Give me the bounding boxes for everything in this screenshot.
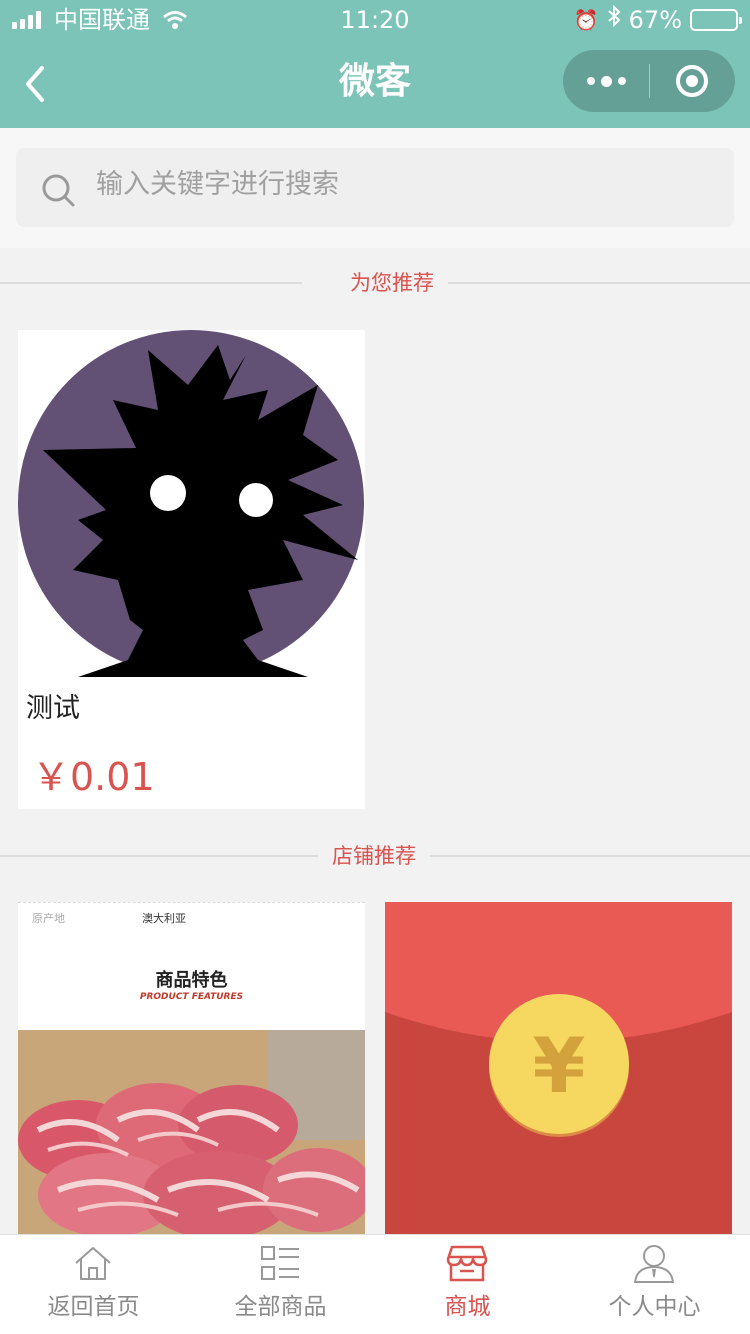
product-avatar-image bbox=[18, 330, 365, 677]
bluetooth-icon bbox=[607, 0, 621, 40]
origin-value: 澳大利亚 bbox=[142, 912, 186, 925]
store-icon bbox=[446, 1245, 488, 1282]
battery-percent: 67% bbox=[628, 6, 682, 34]
red-packet-card[interactable]: ¥ bbox=[385, 902, 732, 1234]
feature-title: 商品特色 bbox=[155, 970, 228, 991]
search-icon bbox=[42, 174, 75, 207]
recommended-list: 测试 ￥0.01 bbox=[0, 312, 750, 832]
tab-label: 个人中心 bbox=[608, 1294, 701, 1320]
alarm-icon: ⏰ bbox=[573, 8, 599, 32]
feature-subtitle: PRODUCT FEATURES bbox=[139, 992, 244, 1002]
origin-label: 原产地 bbox=[32, 912, 65, 925]
shop-product-card[interactable]: 原产地 澳大利亚 商品特色 PRODUCT FEATURES bbox=[18, 902, 365, 1234]
tab-bar: 返回首页 全部商品 商城 个人中心 bbox=[0, 1234, 750, 1334]
search-input[interactable]: 输入关键字进行搜索 bbox=[16, 148, 734, 227]
nav-bar: 微客 bbox=[0, 40, 750, 128]
target-icon bbox=[676, 65, 708, 97]
tab-label: 商城 bbox=[444, 1294, 491, 1320]
section-shop-title: 店铺推荐 bbox=[332, 844, 416, 868]
tab-profile[interactable]: 个人中心 bbox=[561, 1235, 748, 1334]
search-placeholder: 输入关键字进行搜索 bbox=[96, 169, 339, 200]
tab-home[interactable]: 返回首页 bbox=[0, 1235, 187, 1334]
search-area: 输入关键字进行搜索 bbox=[0, 128, 750, 248]
more-dot-icon bbox=[586, 77, 595, 85]
battery-icon bbox=[690, 9, 742, 31]
more-button[interactable] bbox=[563, 50, 649, 112]
mini-program-capsule bbox=[563, 50, 735, 112]
section-shop-header: 店铺推荐 bbox=[0, 836, 750, 876]
more-dot-icon bbox=[617, 77, 626, 85]
product-name: 测试 bbox=[26, 693, 80, 724]
yuan-symbol: ¥ bbox=[532, 1021, 586, 1110]
list-icon bbox=[261, 1246, 299, 1280]
close-mini-program-button[interactable] bbox=[649, 50, 735, 112]
meat-rolls-image bbox=[18, 1030, 365, 1234]
section-recommended-header: 为您推荐 bbox=[0, 263, 750, 303]
home-icon bbox=[75, 1247, 111, 1280]
tab-label: 全部商品 bbox=[234, 1294, 327, 1320]
product-card[interactable]: 测试 ￥0.01 bbox=[18, 330, 365, 809]
header: 中国联通 11:20 ⏰ 67% 微客 bbox=[0, 0, 750, 128]
more-dot-icon bbox=[600, 75, 612, 87]
tab-label: 返回首页 bbox=[47, 1294, 140, 1320]
section-recommended-title: 为您推荐 bbox=[350, 271, 434, 295]
tab-store[interactable]: 商城 bbox=[374, 1235, 561, 1334]
user-icon bbox=[633, 1245, 675, 1283]
product-price: ￥0.01 bbox=[32, 755, 155, 799]
status-bar: 中国联通 11:20 ⏰ 67% bbox=[0, 0, 750, 40]
tab-all-products[interactable]: 全部商品 bbox=[187, 1235, 374, 1334]
